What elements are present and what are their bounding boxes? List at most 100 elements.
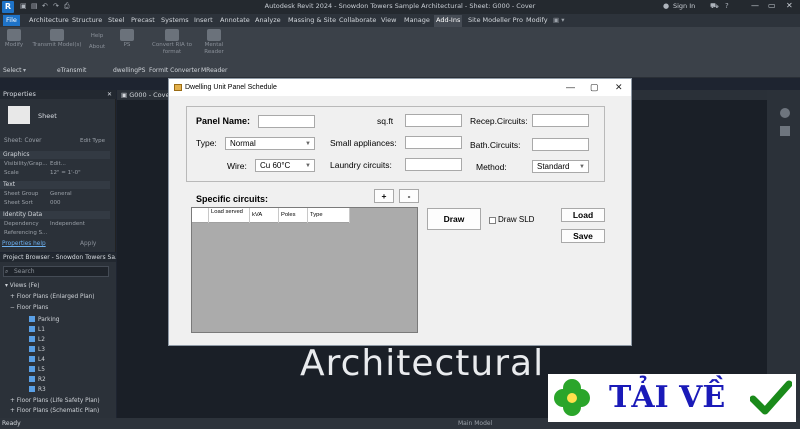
- tab-file[interactable]: File: [3, 15, 20, 26]
- wire-select[interactable]: Cu 60°C ▼: [255, 159, 315, 172]
- prop-key: Referencing S...: [4, 230, 48, 236]
- properties-help-link[interactable]: Properties help: [2, 241, 46, 247]
- tree-floor-plans-enlarged[interactable]: + Floor Plans (Enlarged Plan): [10, 294, 95, 300]
- clover-icon: [554, 379, 590, 416]
- small-appliances-input[interactable]: [405, 136, 462, 149]
- watermark-text: TẢI VỀ: [609, 380, 726, 415]
- prop-row: Visibility/Grap... Edit...: [0, 160, 110, 168]
- sign-in-link[interactable]: Sign In: [673, 2, 695, 10]
- tab-site-modeller-pro[interactable]: Site Modeller Pro: [468, 16, 523, 26]
- tab-steel[interactable]: Steel: [108, 16, 124, 26]
- tab-overflow-icon[interactable]: ▣ ▾: [553, 16, 564, 26]
- help-icon[interactable]: ?: [725, 2, 729, 10]
- load-button[interactable]: Load: [561, 208, 605, 222]
- tree-item-r3[interactable]: R3: [29, 386, 46, 393]
- dialog-minimize-button[interactable]: —: [566, 82, 575, 92]
- cursor-icon: [7, 29, 21, 41]
- about-button[interactable]: About: [86, 44, 108, 51]
- prop-value[interactable]: 000: [50, 199, 61, 207]
- mental-reader-button[interactable]: Mental Reader: [201, 29, 227, 56]
- cart-icon[interactable]: ⛟: [710, 2, 719, 11]
- type-select[interactable]: Normal ▼: [225, 137, 315, 150]
- apply-button[interactable]: Apply: [80, 241, 96, 247]
- prop-value[interactable]: Independent: [50, 220, 85, 228]
- prop-value[interactable]: General: [50, 190, 72, 198]
- tab-insert[interactable]: Insert: [194, 16, 213, 26]
- add-circuit-button[interactable]: +: [374, 189, 394, 203]
- modify-button[interactable]: Modify: [3, 29, 25, 49]
- user-icon[interactable]: ●: [663, 2, 669, 10]
- tree-floor-plans-life-safety[interactable]: + Floor Plans (Life Safety Plan): [10, 398, 100, 404]
- remove-circuit-button[interactable]: -: [399, 189, 419, 203]
- group-text[interactable]: Text: [0, 181, 110, 189]
- column-poles[interactable]: Poles: [279, 208, 308, 223]
- recep-circuits-input[interactable]: [532, 114, 589, 127]
- maximize-button[interactable]: ▭: [768, 1, 776, 10]
- panel-name-input[interactable]: [258, 115, 315, 128]
- draw-button[interactable]: Draw: [427, 208, 481, 230]
- view-tab-label: G000 - Cover: [129, 91, 173, 99]
- tree-item-l1[interactable]: L1: [29, 326, 45, 333]
- tab-collaborate[interactable]: Collaborate: [339, 16, 376, 26]
- tab-precast[interactable]: Precast: [131, 16, 155, 26]
- tree-views[interactable]: ▾ Views (Fe): [5, 283, 40, 289]
- steering-wheel-icon[interactable]: [780, 108, 790, 118]
- specific-circuits-label: Specific circuits:: [196, 194, 269, 204]
- tree-item-parking[interactable]: Parking: [29, 316, 60, 323]
- main-model-selector[interactable]: Main Model: [458, 418, 492, 429]
- tree-item-l3[interactable]: L3: [29, 346, 45, 353]
- sqft-label: sq.ft: [377, 116, 394, 126]
- dwelling-unit-dialog: Dwelling Unit Panel Schedule — ▢ ✕ Panel…: [168, 78, 632, 346]
- tab-manage[interactable]: Manage: [404, 16, 430, 26]
- tree-item-l5[interactable]: L5: [29, 366, 45, 373]
- close-button[interactable]: ✕: [786, 1, 793, 10]
- browser-search-input[interactable]: Search: [3, 266, 109, 277]
- tab-architecture[interactable]: Architecture: [29, 16, 69, 26]
- prop-row: Sheet Group General: [0, 190, 110, 198]
- tree-item-r2[interactable]: R2: [29, 376, 46, 383]
- select-dropdown-icon[interactable]: ▾: [23, 67, 26, 74]
- tab-structure[interactable]: Structure: [72, 16, 102, 26]
- group-identity-data[interactable]: Identity Data: [0, 211, 110, 219]
- minimize-button[interactable]: —: [751, 1, 759, 10]
- save-button[interactable]: Save: [561, 229, 605, 243]
- panel-select[interactable]: Select: [3, 67, 22, 74]
- laundry-circuits-input[interactable]: [405, 158, 462, 171]
- tab-annotate[interactable]: Annotate: [220, 16, 250, 26]
- tree-floor-plans-schematic[interactable]: + Floor Plans (Schematic Plan): [10, 408, 99, 414]
- tree-label: L5: [38, 367, 45, 373]
- edit-type-button[interactable]: Edit Type: [80, 138, 105, 144]
- edit-visibility-button[interactable]: Edit...: [50, 160, 66, 168]
- column-load-served[interactable]: Load served: [209, 208, 250, 223]
- convert-ria-button[interactable]: Convert RIA to format: [150, 29, 194, 56]
- column-type[interactable]: Type: [308, 208, 350, 223]
- dialog-maximize-button[interactable]: ▢: [590, 82, 599, 93]
- tab-systems[interactable]: Systems: [161, 16, 189, 26]
- ps-button[interactable]: PS: [118, 29, 136, 49]
- tab-massing-site[interactable]: Massing & Site: [288, 16, 336, 26]
- instance-selector[interactable]: Sheet: Cover: [4, 138, 42, 144]
- circuits-grid[interactable]: Load served kVA Poles Type: [191, 207, 418, 333]
- draw-sld-checkbox[interactable]: [489, 217, 496, 224]
- panel-formit-converter: FormIt Converter: [149, 67, 201, 74]
- tab-analyze[interactable]: Analyze: [255, 16, 281, 26]
- method-select[interactable]: Standard ▼: [532, 160, 589, 173]
- tree-item-l4[interactable]: L4: [29, 356, 45, 363]
- column-kva[interactable]: kVA: [250, 208, 279, 223]
- tab-view[interactable]: View: [381, 16, 396, 26]
- transmit-models-button[interactable]: Transmit Model(s): [32, 29, 82, 49]
- modify-label: Modify: [4, 42, 24, 48]
- properties-close-icon[interactable]: ✕: [107, 91, 112, 98]
- group-graphics[interactable]: Graphics: [0, 151, 110, 159]
- sqft-input[interactable]: [405, 114, 462, 127]
- tree-floor-plans[interactable]: − Floor Plans: [10, 305, 48, 311]
- bath-circuits-input[interactable]: [532, 138, 589, 151]
- tree-item-l2[interactable]: L2: [29, 336, 45, 343]
- dialog-close-button[interactable]: ✕: [615, 82, 623, 93]
- prop-value[interactable]: 12" = 1'-0": [50, 169, 81, 177]
- tab-add-ins[interactable]: Add-Ins: [434, 15, 463, 27]
- view-tab-g000[interactable]: ▣ G000 - Cover: [121, 91, 172, 99]
- tab-modify[interactable]: Modify: [526, 16, 548, 26]
- zoom-icon[interactable]: [780, 126, 790, 136]
- help-button[interactable]: Help: [86, 33, 108, 40]
